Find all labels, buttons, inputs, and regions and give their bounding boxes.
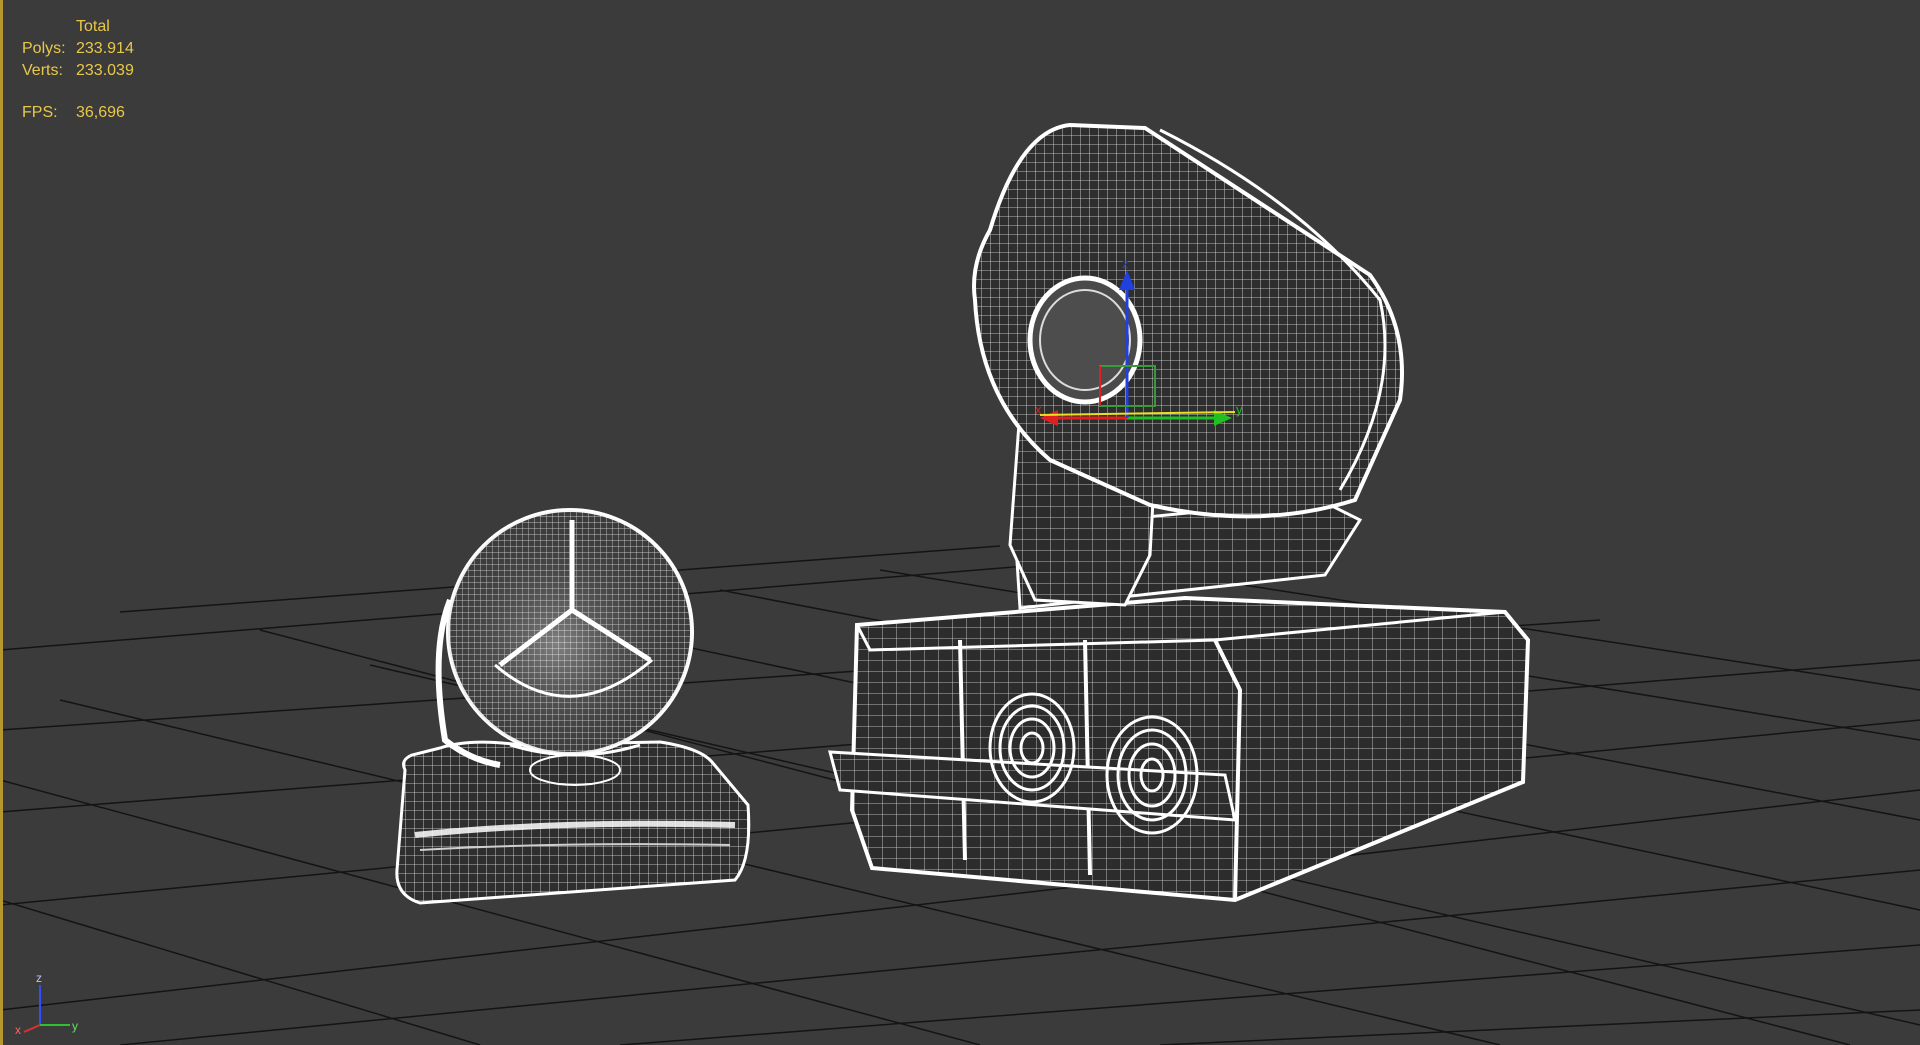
gizmo-y-label: y: [1236, 402, 1243, 417]
tripod-x-label: x: [15, 1023, 21, 1035]
stats-fps-value: 36,696: [76, 104, 125, 121]
stats-verts-row: Verts: 233.039: [22, 60, 134, 82]
stats-fps-row: FPS: 36,696: [22, 102, 134, 124]
tripod-z-label: z: [36, 971, 42, 985]
tripod-y-label: y: [72, 1019, 78, 1033]
stats-total-label: Total: [76, 18, 110, 35]
large-moving-head-light[interactable]: [828, 122, 1531, 903]
viewport-active-border: [0, 0, 3, 1045]
axis-tripod-icon: z y x: [15, 971, 78, 1035]
stats-fps-label: FPS:: [22, 104, 58, 121]
stats-verts-label: Verts:: [22, 62, 63, 79]
stats-polys-label: Polys:: [22, 40, 66, 57]
3d-viewport[interactable]: x y z Total Polys: 233.914 Verts: 233.039 …: [0, 0, 1920, 1045]
stats-polys-row: Polys: 233.914: [22, 38, 134, 60]
viewport-scene[interactable]: x y z: [0, 0, 1920, 1045]
viewport-statistics: Total Polys: 233.914 Verts: 233.039 FPS: 36…: [22, 16, 134, 124]
stats-polys-value: 233.914: [76, 40, 134, 57]
stats-verts-value: 233.039: [76, 62, 134, 79]
gizmo-x-label: x: [1035, 402, 1042, 417]
gizmo-z-label: z: [1122, 256, 1129, 271]
